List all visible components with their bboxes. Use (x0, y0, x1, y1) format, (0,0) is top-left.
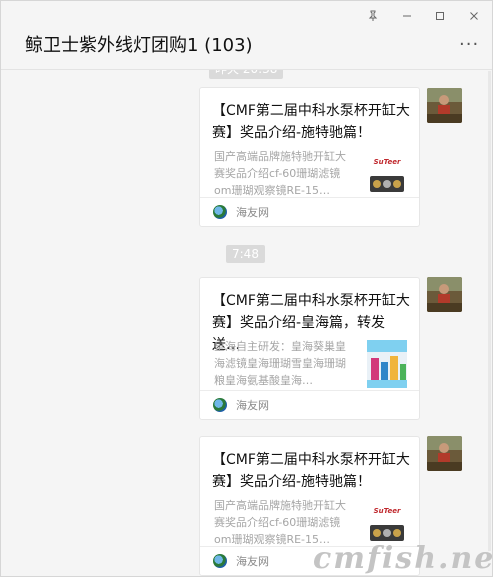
link-card[interactable]: 【CMF第二届中科水泵杯开缸大赛】奖品介绍-皇海篇，转发送… 皇海自主研发：皇海… (199, 277, 420, 420)
card-source: 海友网 (200, 197, 419, 226)
title-bar: 鲸卫士紫外线灯团购1 (103) ··· (1, 1, 492, 70)
source-name: 海友网 (236, 399, 269, 412)
product-thumbnail (367, 340, 407, 388)
watermark: cmfish.net (313, 541, 493, 576)
product-thumbnail: SuTeer (367, 150, 407, 198)
avatar[interactable] (427, 277, 462, 312)
card-description: 国产高端品牌施特驰开缸大赛奖品介绍cf-60珊瑚滤镜om珊瑚观察镜RE-15… (214, 150, 346, 197)
scrollbar[interactable] (488, 71, 491, 551)
maximize-icon[interactable] (427, 5, 453, 27)
timestamp: 7:48 (226, 245, 265, 263)
card-description: 皇海自主研发：皇海葵巢皇海滤镜皇海珊瑚雪皇海珊瑚粮皇海氨基酸皇海… (214, 340, 346, 387)
product-thumbnail: SuTeer (367, 499, 407, 547)
card-title: 【CMF第二届中科水泵杯开缸大赛】奖品介绍-施特驰篇！ (212, 452, 410, 490)
chat-window: 鲸卫士紫外线灯团购1 (103) ··· 昨天 20:38 【CMF第二届中科水… (0, 0, 493, 577)
svg-text:SuTeer: SuTeer (374, 507, 401, 515)
svg-text:SuTeer: SuTeer (374, 158, 401, 166)
avatar[interactable] (427, 88, 462, 123)
close-icon[interactable] (461, 5, 487, 27)
minimize-icon[interactable] (394, 5, 420, 27)
globe-icon (213, 554, 227, 568)
message-list[interactable]: 昨天 20:38 【CMF第二届中科水泵杯开缸大赛】奖品介绍-施特驰篇！ 国产高… (1, 70, 492, 576)
globe-icon (213, 205, 227, 219)
source-name: 海友网 (236, 206, 269, 219)
source-name: 海友网 (236, 555, 269, 568)
card-title: 【CMF第二届中科水泵杯开缸大赛】奖品介绍-施特驰篇！ (212, 103, 410, 141)
globe-icon (213, 398, 227, 412)
pin-icon[interactable] (360, 5, 386, 27)
link-card[interactable]: 【CMF第二届中科水泵杯开缸大赛】奖品介绍-施特驰篇！ 国产高端品牌施特驰开缸大… (199, 87, 420, 227)
chat-title: 鲸卫士紫外线灯团购1 (103) (25, 35, 253, 56)
card-source: 海友网 (200, 390, 419, 419)
avatar[interactable] (427, 436, 462, 471)
more-options-button[interactable]: ··· (459, 34, 479, 55)
timestamp: 昨天 20:38 (209, 70, 284, 79)
